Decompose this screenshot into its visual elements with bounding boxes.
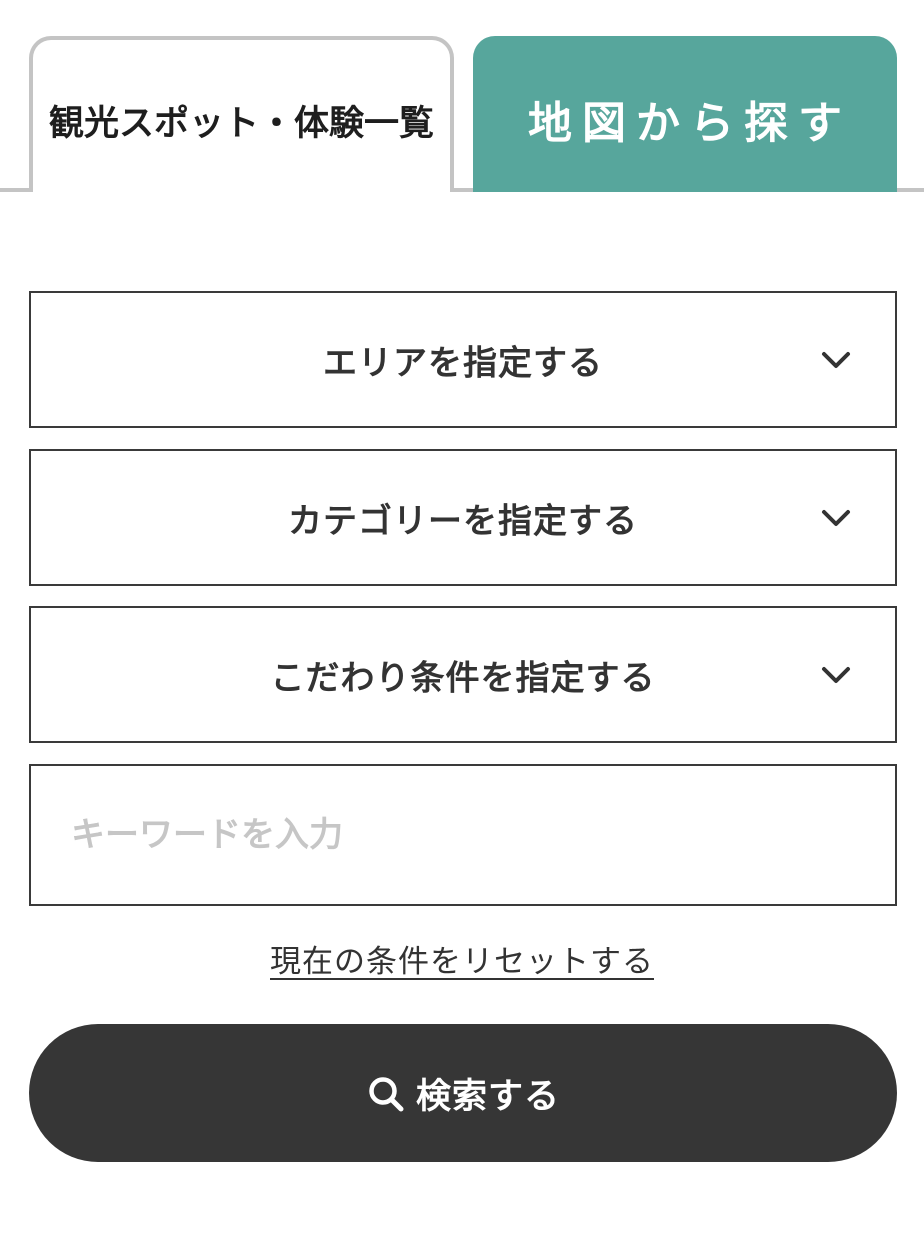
tab-spot-list[interactable]: 観光スポット・体験一覧 <box>29 36 454 192</box>
keyword-field <box>29 764 897 906</box>
category-select[interactable]: カテゴリーを指定する <box>29 449 897 586</box>
search-icon <box>369 1077 404 1112</box>
chevron-down-icon <box>822 351 850 368</box>
chevron-down-icon <box>822 509 850 526</box>
feature-select-label: こだわり条件を指定する <box>270 658 656 698</box>
chevron-down-icon <box>822 666 850 683</box>
area-select[interactable]: エリアを指定する <box>29 291 897 428</box>
reset-conditions-link[interactable]: 現在の条件をリセットする <box>270 944 654 980</box>
tab-map-search-label: 地図から探す <box>528 98 852 149</box>
keyword-input[interactable] <box>71 766 851 904</box>
reset-conditions-link-wrap: 現在の条件をリセットする <box>0 936 924 981</box>
tab-spot-list-label: 観光スポット・体験一覧 <box>48 103 434 144</box>
area-select-label: エリアを指定する <box>323 343 603 383</box>
search-button-label: 検索する <box>415 1076 560 1117</box>
category-select-label: カテゴリーを指定する <box>288 501 638 541</box>
feature-select[interactable]: こだわり条件を指定する <box>29 606 897 743</box>
tab-map-search[interactable]: 地図から探す <box>473 36 897 192</box>
search-button[interactable]: 検索する <box>29 1024 897 1162</box>
